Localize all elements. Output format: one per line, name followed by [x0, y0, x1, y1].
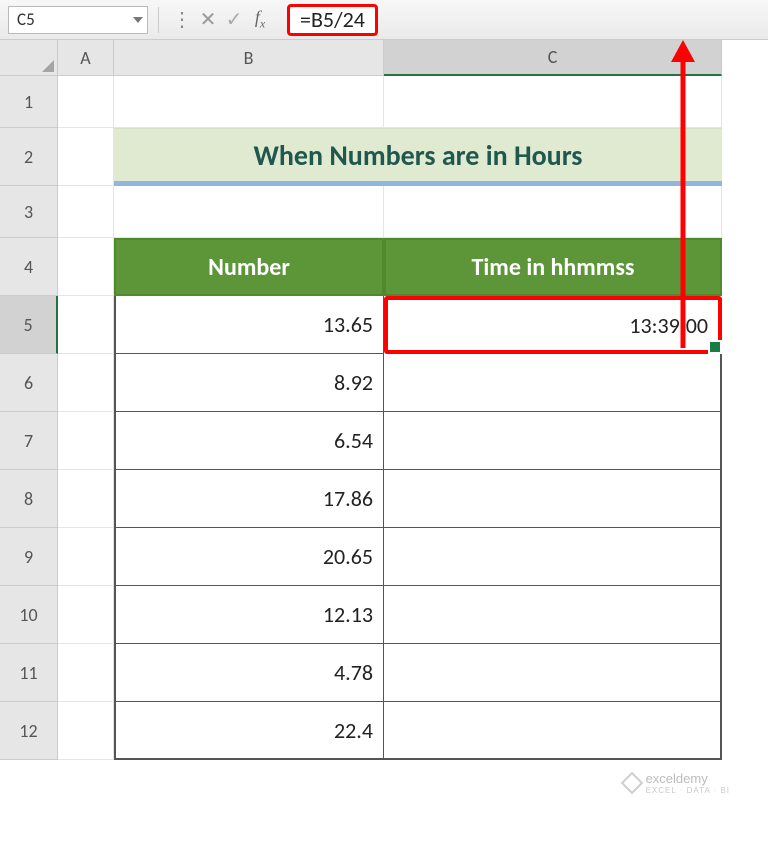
cell-a5[interactable] [58, 296, 114, 354]
row-header-6[interactable]: 6 [0, 354, 58, 412]
watermark-text: exceldemy EXCEL · DATA · BI [646, 771, 730, 795]
col-header-b[interactable]: B [114, 40, 384, 76]
cell-b10[interactable]: 12.13 [114, 586, 384, 644]
cell-b11[interactable]: 4.78 [114, 644, 384, 702]
dots-icon: ⋮ [169, 7, 195, 32]
watermark-logo-icon [620, 772, 643, 795]
cell-c1[interactable] [384, 76, 722, 128]
row-header-5[interactable]: 5 [0, 296, 58, 354]
cell-a1[interactable] [58, 76, 114, 128]
cell-c8[interactable] [384, 470, 722, 528]
name-box-dropdown-icon[interactable] [133, 17, 143, 23]
cell-a2[interactable] [58, 128, 114, 186]
row-header-3[interactable]: 3 [0, 186, 58, 238]
cell-b1[interactable] [114, 76, 384, 128]
formula-text: =B5/24 [300, 6, 365, 33]
cell-a7[interactable] [58, 412, 114, 470]
formula-bar: C5 ⋮ ✕ ✓ fx =B5/24 [0, 0, 768, 40]
row-header-9[interactable]: 9 [0, 528, 58, 586]
header-number[interactable]: Number [114, 238, 384, 296]
cell-c11[interactable] [384, 644, 722, 702]
cell-c7[interactable] [384, 412, 722, 470]
fx-icon[interactable]: fx [247, 7, 273, 32]
cell-b5[interactable]: 13.65 [114, 296, 384, 354]
formula-input[interactable]: =B5/24 [287, 4, 378, 36]
cell-c10[interactable] [384, 586, 722, 644]
cancel-icon[interactable]: ✕ [195, 7, 221, 32]
row-header-2[interactable]: 2 [0, 128, 58, 186]
cell-b3[interactable] [114, 186, 384, 238]
cell-a6[interactable] [58, 354, 114, 412]
row-header-11[interactable]: 11 [0, 644, 58, 702]
cell-c5[interactable]: 13:39:00 [384, 296, 722, 354]
separator [158, 7, 159, 33]
watermark: exceldemy EXCEL · DATA · BI [624, 771, 730, 795]
cell-a9[interactable] [58, 528, 114, 586]
name-box[interactable]: C5 [8, 6, 148, 34]
cell-b8[interactable]: 17.86 [114, 470, 384, 528]
cell-c9[interactable] [384, 528, 722, 586]
row-header-10[interactable]: 10 [0, 586, 58, 644]
select-all-triangle[interactable] [0, 40, 58, 76]
cell-a10[interactable] [58, 586, 114, 644]
col-header-c[interactable]: C [384, 40, 722, 76]
title-cell[interactable]: When Numbers are in Hours [114, 128, 722, 186]
enter-icon[interactable]: ✓ [221, 7, 247, 32]
cell-b7[interactable]: 6.54 [114, 412, 384, 470]
cell-b12[interactable]: 22.4 [114, 702, 384, 760]
cell-a11[interactable] [58, 644, 114, 702]
cell-a4[interactable] [58, 238, 114, 296]
cell-a3[interactable] [58, 186, 114, 238]
name-box-value: C5 [17, 9, 35, 30]
cell-c3[interactable] [384, 186, 722, 238]
row-header-7[interactable]: 7 [0, 412, 58, 470]
cell-b6[interactable]: 8.92 [114, 354, 384, 412]
cell-a12[interactable] [58, 702, 114, 760]
cell-b9[interactable]: 20.65 [114, 528, 384, 586]
row-header-1[interactable]: 1 [0, 76, 58, 128]
sheet-grid: A B C 1 2 When Numbers are in Hours 3 4 … [0, 40, 768, 760]
cell-c6[interactable] [384, 354, 722, 412]
col-header-a[interactable]: A [58, 40, 114, 76]
title-text: When Numbers are in Hours [254, 138, 583, 173]
cell-a8[interactable] [58, 470, 114, 528]
header-time[interactable]: Time in hhmmss [384, 238, 722, 296]
row-header-8[interactable]: 8 [0, 470, 58, 528]
row-header-4[interactable]: 4 [0, 238, 58, 296]
cell-c12[interactable] [384, 702, 722, 760]
row-header-12[interactable]: 12 [0, 702, 58, 760]
